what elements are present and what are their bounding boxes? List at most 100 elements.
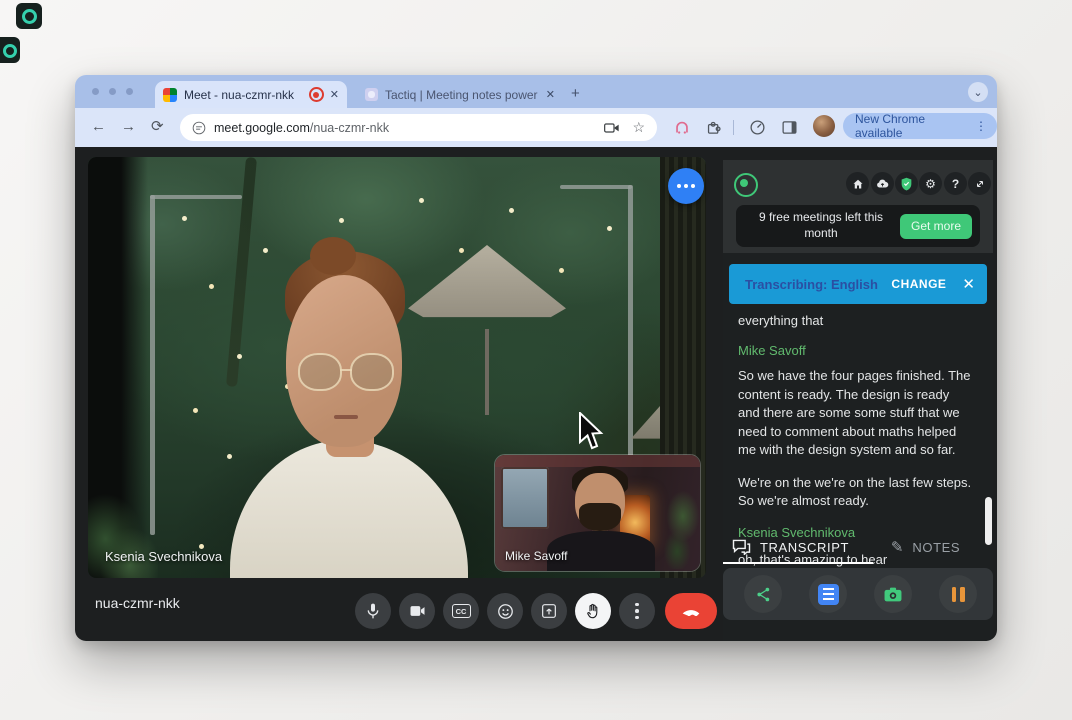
window-close-button[interactable]: [92, 88, 99, 95]
pip-video-tile[interactable]: Mike Savoff: [495, 455, 700, 571]
camera-icon: [883, 586, 903, 603]
active-tab-underline: [723, 562, 873, 564]
gauge-extension-icon[interactable]: [749, 119, 766, 136]
screenshot-button[interactable]: [874, 575, 912, 613]
glasses-lens: [350, 353, 394, 391]
tab-title: Meet - nua-czmr-nkk: [184, 88, 303, 102]
glasses-lens: [298, 353, 342, 391]
diagonal-resize-icon: [974, 178, 986, 190]
participant-name-label: Mike Savoff: [505, 549, 567, 563]
cloud-upload-icon: [876, 178, 889, 189]
reload-button[interactable]: ⟳: [151, 118, 164, 136]
transcribing-banner: Transcribing: English CHANGE ✕: [729, 264, 987, 304]
new-tab-button[interactable]: +: [571, 85, 580, 102]
transcript-text: everything that: [738, 312, 974, 330]
share-button[interactable]: [744, 575, 782, 613]
close-banner-icon[interactable]: ✕: [962, 275, 975, 293]
chat-transcript-icon: [732, 539, 751, 555]
window: [501, 467, 549, 529]
change-language-button[interactable]: CHANGE: [891, 277, 946, 291]
get-more-button[interactable]: Get more: [900, 214, 972, 239]
window-minimize-button[interactable]: [109, 88, 116, 95]
transcribing-label: Transcribing: English: [745, 277, 891, 292]
collapse-panel-button[interactable]: [968, 172, 991, 195]
extensions-puzzle-icon[interactable]: [705, 119, 722, 136]
end-call-button[interactable]: [665, 593, 717, 629]
chrome-update-button[interactable]: New Chrome available ⋮: [843, 113, 997, 139]
participant-beard: [579, 503, 621, 531]
transcript-text: We're on the we're on the last few steps…: [738, 474, 974, 511]
captions-button[interactable]: CC: [443, 593, 479, 629]
tab-close-icon[interactable]: ✕: [330, 88, 339, 101]
notes-tab-label: NOTES: [912, 540, 960, 555]
tab-search-chevron-button[interactable]: ⌄: [968, 82, 988, 102]
more-options-button[interactable]: [619, 593, 655, 629]
tactiq-header: ⚙ ? 9 free meetings left this month Get …: [723, 160, 993, 253]
site-settings-tune-icon[interactable]: [192, 121, 206, 135]
gear-icon: ⚙: [925, 177, 936, 191]
recording-dot-icon: [3, 44, 17, 58]
profile-avatar[interactable]: [813, 115, 835, 137]
quota-text: 9 free meetings left this month: [746, 210, 900, 241]
glasses-bridge: [340, 369, 352, 371]
browser-menu-icon[interactable]: ⋮: [975, 119, 987, 133]
privacy-shield-button[interactable]: [895, 172, 918, 195]
settings-button[interactable]: ⚙: [919, 172, 942, 195]
home-button[interactable]: [846, 172, 869, 195]
window-maximize-button[interactable]: [126, 88, 133, 95]
url-path: /nua-czmr-nkk: [310, 121, 389, 135]
desktop: Meet - nua-czmr-nkk ✕ Tactiq | Meeting n…: [0, 0, 1072, 720]
more-vertical-icon: [635, 603, 639, 620]
tab-close-icon[interactable]: ✕: [546, 88, 555, 101]
present-screen-icon: [541, 603, 557, 619]
present-button[interactable]: [531, 593, 567, 629]
camera-in-use-icon[interactable]: [604, 121, 620, 135]
home-icon: [852, 178, 864, 190]
transcript-speaker: Mike Savoff: [738, 343, 974, 358]
camera-button[interactable]: [399, 593, 435, 629]
plant: [662, 481, 700, 569]
share-icon: [755, 586, 772, 603]
export-to-docs-button[interactable]: [809, 575, 847, 613]
transcript-text: So we have the four pages finished. The …: [738, 367, 974, 459]
pencil-icon: ✎: [891, 538, 904, 556]
tactiq-sidebar: ⚙ ? 9 free meetings left this month Get …: [723, 160, 993, 641]
tab-tactiq[interactable]: Tactiq | Meeting notes power ✕: [357, 81, 563, 108]
address-bar[interactable]: meet.google.com/nua-czmr-nkk ☆: [180, 114, 657, 141]
pergola-beam: [560, 185, 632, 189]
back-button[interactable]: ←: [91, 118, 106, 136]
screen-recording-icon: [16, 3, 42, 29]
microphone-button[interactable]: [355, 593, 391, 629]
forward-button[interactable]: →: [121, 118, 136, 136]
tab-transcript[interactable]: TRANSCRIPT: [723, 530, 858, 564]
pause-icon: [952, 587, 965, 602]
tab-notes[interactable]: ✎ NOTES: [858, 530, 993, 564]
tactiq-actions-bar: [723, 568, 993, 620]
participant-name-label: Ksenia Svechnikova: [105, 549, 222, 564]
tactiq-chat-bubble-button[interactable]: [668, 168, 704, 204]
transcript-tab-label: TRANSCRIPT: [760, 540, 849, 555]
tactiq-extension-icon[interactable]: [673, 119, 691, 136]
help-button[interactable]: ?: [944, 172, 967, 195]
tab-strip: Meet - nua-czmr-nkk ✕ Tactiq | Meeting n…: [75, 75, 997, 108]
raise-hand-button[interactable]: [575, 593, 611, 629]
browser-toolbar: ← → ⟳ meet.google.com/nua-czmr-nkk ☆: [75, 108, 997, 147]
side-panel-icon[interactable]: [781, 119, 798, 136]
tactiq-favicon: [365, 88, 378, 101]
upload-button[interactable]: [871, 172, 894, 195]
participant-mouth: [334, 415, 358, 419]
ellipsis-icon: [677, 184, 695, 188]
videocam-icon: [409, 604, 426, 618]
bookmark-star-icon[interactable]: ☆: [632, 119, 645, 136]
meet-page: Ksenia Svechnikova Mike Savoff nua-cz: [75, 147, 997, 641]
shield-check-icon: [900, 177, 913, 191]
quota-card: 9 free meetings left this month Get more: [736, 205, 980, 247]
pause-transcription-button[interactable]: [939, 575, 977, 613]
google-docs-icon: [818, 584, 839, 605]
reactions-button[interactable]: [487, 593, 523, 629]
participant-hair-bun: [310, 237, 356, 275]
tab-recording-indicator-icon: [309, 87, 324, 102]
sidebar-footer-tabs: TRANSCRIPT ✎ NOTES: [723, 530, 993, 564]
browser-window: Meet - nua-czmr-nkk ✕ Tactiq | Meeting n…: [75, 75, 997, 641]
tab-meet[interactable]: Meet - nua-czmr-nkk ✕: [155, 81, 347, 108]
